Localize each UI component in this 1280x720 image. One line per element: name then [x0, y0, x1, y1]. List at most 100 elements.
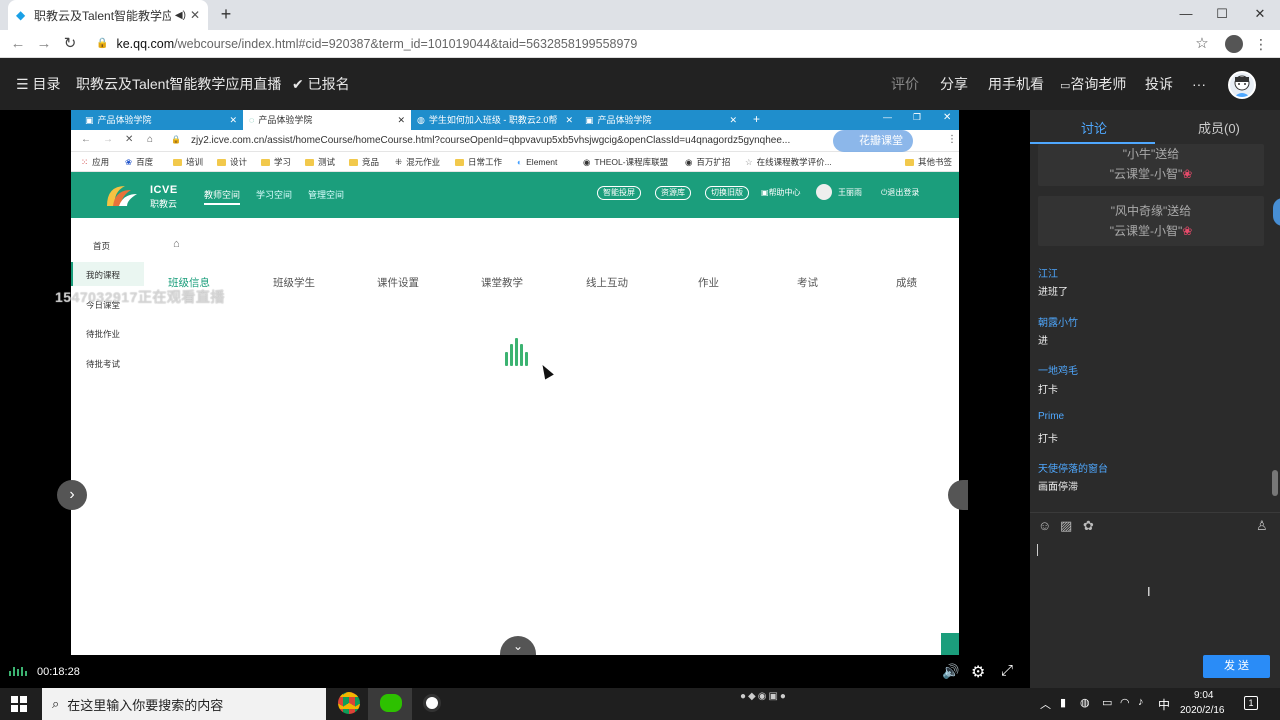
send-button[interactable]: 发 送	[1203, 655, 1270, 678]
tray-app-icons[interactable]: ●◆◉▣●	[740, 691, 788, 702]
kebab-icon: ⋮	[947, 134, 957, 145]
more-button[interactable]: ···	[1192, 75, 1206, 93]
url-field[interactable]: 🔒 ke.qq.com /webcourse/index.html#cid=92…	[96, 33, 1216, 55]
bookmark-item: ◉ 百万扩招	[685, 152, 730, 172]
browser-tab-title: 职教云及Talent智能教学应用	[34, 8, 171, 23]
gift-line: "风中奇缘"送给	[1110, 204, 1192, 218]
bookmark-label: 百万扩招	[696, 157, 731, 167]
inner-address-bar: ← → ✕ ⌂ 🔒 zjy2.icve.com.cn/assist/homeCo…	[71, 130, 959, 152]
course-tab-exam: 考试	[797, 277, 818, 289]
course-tab-homework: 作业	[698, 277, 719, 289]
volume-icon[interactable]: 🔊	[942, 663, 959, 680]
home-icon: ⌂	[147, 134, 154, 145]
watch-on-phone-link[interactable]: 用手机看	[988, 75, 1044, 93]
course-tab-grades: 成绩	[896, 277, 917, 289]
folder-icon	[261, 158, 270, 166]
settings-gear-icon[interactable]: ⚙	[971, 662, 985, 682]
browser-tab[interactable]: ◆ 职教云及Talent智能教学应用 ◀) ✕	[8, 0, 208, 30]
bookmark-item: 学习	[261, 152, 291, 172]
logout-label: 退出登录	[887, 188, 920, 197]
wechat-app-icon[interactable]	[380, 694, 402, 712]
help-label: 帮助中心	[768, 188, 801, 197]
notification-count: 1	[1248, 698, 1254, 708]
inner-bookmarks-bar: ⁙ 应用 ❀ 百度 培训 设计 学习 测试 竞品 ⁜ 混元作业 日常工作 ◐ Eleme…	[71, 152, 959, 172]
notification-icon[interactable]: 1	[1244, 696, 1258, 710]
new-tab-button[interactable]: +	[216, 4, 236, 24]
user-avatar[interactable]	[1228, 71, 1256, 99]
obs-app-icon[interactable]	[423, 694, 441, 712]
user-icon[interactable]: ♙	[1256, 518, 1268, 534]
emoji-icon[interactable]: ☺	[1038, 518, 1051, 533]
browser-menu-icon[interactable]: ⋮	[1254, 34, 1268, 54]
report-link[interactable]: 投诉	[1145, 75, 1173, 93]
tray-battery-icon[interactable]: ▭	[1102, 696, 1112, 709]
side-my-courses: 我的课程	[86, 270, 121, 280]
lock-icon: 🔒	[96, 38, 109, 49]
bookmark-item: 培训	[173, 152, 203, 172]
course-tab-courseware: 课件设置	[377, 277, 419, 289]
close-tab-icon[interactable]: ✕	[190, 8, 200, 22]
bookmark-label: 混元作业	[406, 157, 441, 167]
tab-discussion[interactable]: 讨论	[1081, 118, 1107, 137]
gift-recipient: "云课堂-小智"	[1109, 224, 1183, 238]
menu-label: 目录	[32, 76, 61, 92]
help-icon: ▣	[761, 188, 769, 197]
bookmark-item: ⁜ 混元作业	[395, 152, 440, 172]
search-placeholder: 在这里输入你要搜索的内容	[67, 697, 224, 713]
tray-volume-icon[interactable]: ♪	[1138, 696, 1144, 708]
page-icon: ▣	[85, 115, 94, 125]
ime-indicator[interactable]: 中	[1158, 696, 1170, 713]
side-collapse-tab[interactable]	[1273, 198, 1280, 226]
tray-wechat-icon[interactable]: ◍	[1080, 696, 1090, 709]
playback-time: 00:18:28	[37, 666, 80, 678]
chrome-app-icon[interactable]	[338, 692, 360, 714]
inner-maximize-icon: ❐	[913, 112, 922, 122]
inner-tab-title: 产品体验学院	[258, 115, 313, 125]
tray-wifi-icon[interactable]: ◠	[1120, 696, 1130, 709]
chat-scrollbar[interactable]	[1272, 470, 1278, 496]
profile-icon[interactable]	[1225, 35, 1243, 53]
inner-tab-title: 产品体验学院	[597, 115, 652, 125]
bookmark-label: 日常工作	[468, 157, 503, 167]
image-icon[interactable]: ▨	[1060, 518, 1072, 534]
side-homework: 待批作业	[86, 329, 121, 339]
taskbar-search[interactable]: ⌕ 在这里输入你要搜索的内容	[42, 688, 326, 720]
tray-mic-icon[interactable]: ▮	[1060, 696, 1066, 709]
maximize-button[interactable]: ☐	[1204, 0, 1240, 30]
consult-teacher-link[interactable]: ▭咨询老师	[1060, 75, 1126, 95]
forward-button[interactable]: →	[34, 34, 54, 54]
bookmark-star-icon[interactable]: ☆	[1192, 34, 1212, 54]
message-author: 江江	[1038, 269, 1058, 280]
menu-button[interactable]: ☰ 目录	[16, 75, 60, 93]
viewer-watermark: 1547032917正在观看直播	[55, 289, 225, 305]
message-text: 进班了	[1038, 287, 1068, 298]
tray-expand-icon[interactable]: ︿	[1040, 696, 1051, 712]
reload-button[interactable]: ↻	[60, 34, 80, 54]
message-author: Prime	[1038, 411, 1065, 422]
rate-link[interactable]: 评价	[891, 75, 919, 93]
bookmark-item: 设计	[217, 152, 247, 172]
share-link[interactable]: 分享	[940, 75, 968, 93]
folder-icon	[349, 158, 358, 166]
gift-notice: "风中奇缘"送给 "云课堂-小智"❀	[1038, 196, 1264, 246]
star-icon: ☆	[745, 157, 753, 167]
player-controls	[0, 655, 1030, 688]
tab-members[interactable]: 成员(0)	[1198, 118, 1240, 137]
paw-icon: ❀	[125, 157, 133, 167]
help-center: ▣帮助中心	[761, 187, 801, 198]
flower-icon[interactable]: ✿	[1083, 518, 1094, 534]
inner-url: zjy2.icve.com.cn/assist/homeCourse/homeC…	[191, 135, 791, 146]
icve-logo-icon	[103, 180, 141, 210]
windows-start-icon[interactable]	[11, 696, 27, 712]
prev-arrow-icon[interactable]: ›	[57, 480, 87, 510]
url-host: ke.qq.com	[116, 37, 175, 51]
folder-icon	[217, 158, 226, 166]
bookmark-label: 测试	[318, 157, 336, 167]
inner-tab: ▣ 产品体验学院 ✕	[79, 110, 243, 130]
minimize-button[interactable]: —	[1168, 0, 1204, 30]
fullscreen-icon[interactable]: ⤢	[1001, 662, 1013, 679]
back-button[interactable]: ←	[8, 34, 28, 54]
close-window-button[interactable]: ✕	[1242, 0, 1278, 30]
speaker-icon[interactable]: ◀)	[175, 10, 186, 21]
gift-notice: "小牛"送给 "云课堂-小智"❀	[1038, 144, 1264, 186]
